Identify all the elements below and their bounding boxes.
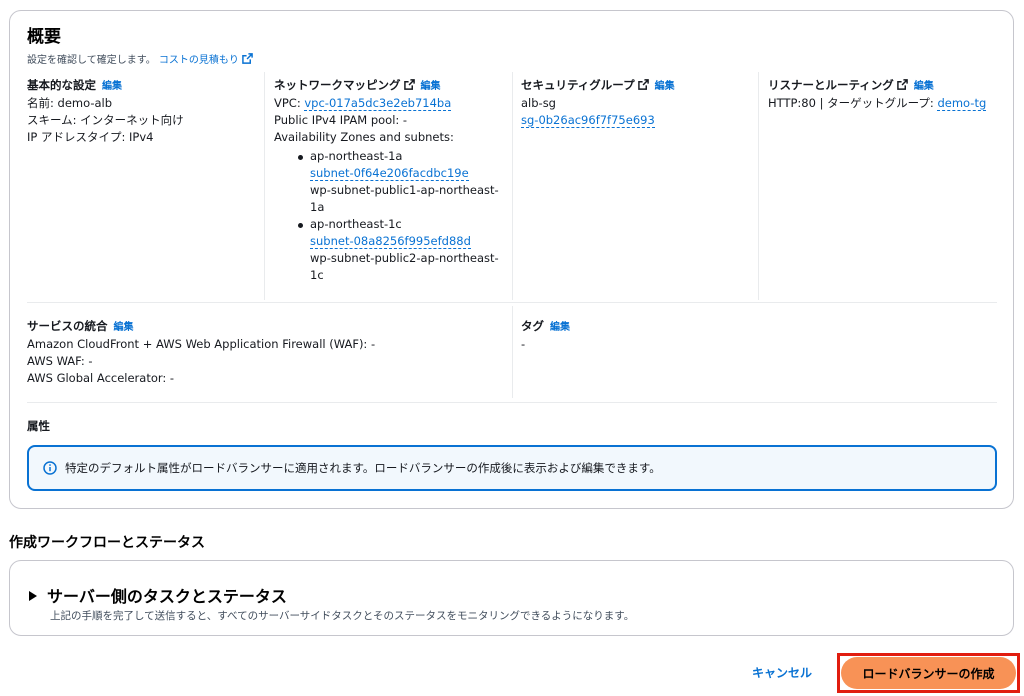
server-tasks-description: 上記の手順を完了して送信すると、すべてのサーバーサイドタスクとそのステータスをモ… <box>50 610 635 622</box>
az-zone: ap-northeast-1c <box>310 217 402 231</box>
vpc-link[interactable]: vpc-017a5dc3e2eb714ba <box>304 96 452 111</box>
ipam-pool: Public IPv4 IPAM pool: - <box>274 113 408 127</box>
security-group-heading: セキュリティグループ <box>521 78 635 92</box>
subnet-name-cont: 1c <box>310 268 324 282</box>
sg-link[interactable]: sg-0b26ac96f7f75e693 <box>521 113 655 128</box>
integration-cloudfront: Amazon CloudFront + AWS Web Application … <box>27 337 376 351</box>
az-label: Availability Zones and subnets: <box>274 130 454 144</box>
column-divider <box>512 72 513 300</box>
attributes-info-alert: 特定のデフォルト属性がロードバランサーに適用されます。ロードバランサーの作成後に… <box>27 445 997 491</box>
lb-name: 名前: demo-alb <box>27 96 113 110</box>
subnet-name-cont: 1a <box>310 200 325 214</box>
az-list-item: ap-northeast-1a subnet-0f64e206facdbc19e… <box>298 148 506 216</box>
tags-edit-link[interactable]: 編集 <box>550 322 570 333</box>
cost-estimate-link[interactable]: コストの見積もり <box>158 53 253 66</box>
caret-right-icon <box>29 591 37 601</box>
row-divider <box>27 402 997 403</box>
vpc-label: VPC: <box>274 96 305 110</box>
target-group-link[interactable]: demo-tg <box>937 96 987 111</box>
column-divider <box>758 72 759 300</box>
subnet-link[interactable]: subnet-08a8256f995efd88d <box>310 234 471 249</box>
basic-settings-heading: 基本的な設定 <box>27 78 96 92</box>
network-mapping-heading: ネットワークマッピング <box>274 78 401 92</box>
external-link-icon[interactable] <box>403 79 415 90</box>
basic-settings-edit-link[interactable]: 編集 <box>102 81 122 92</box>
attributes-section: 属性 <box>27 418 50 435</box>
overview-description: 設定を確認して確定します。 コストの見積もり <box>27 51 253 66</box>
subnet-name: wp-subnet-public1-ap-northeast- <box>310 183 499 197</box>
listener-heading: リスナーとルーティング <box>768 78 894 92</box>
listener-edit-link[interactable]: 編集 <box>914 81 934 92</box>
external-link-icon[interactable] <box>637 79 649 90</box>
external-link-icon[interactable] <box>896 79 908 90</box>
tags-section: タグ 編集 - <box>521 318 751 353</box>
create-load-balancer-button[interactable]: ロードバランサーの作成 <box>841 657 1016 689</box>
service-integration-section: サービスの統合 編集 Amazon CloudFront + AWS Web Ap… <box>27 318 497 387</box>
workflow-title: 作成ワークフローとステータス <box>9 535 205 551</box>
listener-text: HTTP:80 | ターゲットグループ: <box>768 96 938 110</box>
az-list-item: ap-northeast-1c subnet-08a8256f995efd88d… <box>298 216 506 284</box>
network-mapping-edit-link[interactable]: 編集 <box>421 81 441 92</box>
sg-name: alb-sg <box>521 96 556 110</box>
subnet-name: wp-subnet-public2-ap-northeast- <box>310 251 499 265</box>
attributes-heading: 属性 <box>27 419 50 433</box>
network-mapping-section: ネットワークマッピング 編集 VPC: vpc-017a5dc3e2eb714ba… <box>274 77 506 284</box>
az-zone: ap-northeast-1a <box>310 149 403 163</box>
external-link-icon <box>242 53 253 64</box>
tags-heading: タグ <box>521 319 544 333</box>
listener-section: リスナーとルーティング 編集 HTTP:80 | ターゲットグループ: demo-… <box>768 77 1008 112</box>
service-integration-edit-link[interactable]: 編集 <box>114 322 134 333</box>
overview-title: 概要 <box>27 27 61 47</box>
server-tasks-title: サーバー側のタスクとステータス <box>47 587 287 606</box>
row-divider <box>27 302 997 303</box>
server-tasks-expander[interactable]: サーバー側のタスクとステータス <box>29 583 287 607</box>
overview-description-text: 設定を確認して確定します。 <box>27 55 156 66</box>
lb-scheme: スキーム: インターネット向け <box>27 113 184 127</box>
subnet-link[interactable]: subnet-0f64e206facdbc19e <box>310 166 469 181</box>
info-icon <box>43 461 57 475</box>
column-divider <box>512 306 513 398</box>
security-group-section: セキュリティグループ 編集 alb-sg sg-0b26ac96f7f75e693 <box>521 77 751 129</box>
security-group-edit-link[interactable]: 編集 <box>655 81 675 92</box>
column-divider <box>264 72 265 300</box>
service-integration-heading: サービスの統合 <box>27 319 108 333</box>
cancel-button[interactable]: キャンセル <box>752 664 812 681</box>
tags-value: - <box>521 337 526 351</box>
integration-accelerator: AWS Global Accelerator: - <box>27 371 175 385</box>
az-list: ap-northeast-1a subnet-0f64e206facdbc19e… <box>274 148 506 284</box>
lb-ip-type: IP アドレスタイプ: IPv4 <box>27 130 154 144</box>
attributes-info-text: 特定のデフォルト属性がロードバランサーに適用されます。ロードバランサーの作成後に… <box>65 461 661 475</box>
cost-estimate-label: コストの見積もり <box>158 55 239 66</box>
integration-waf: AWS WAF: - <box>27 354 93 368</box>
basic-settings-section: 基本的な設定 編集 名前: demo-alb スキーム: インターネット向け IP… <box>27 77 257 146</box>
